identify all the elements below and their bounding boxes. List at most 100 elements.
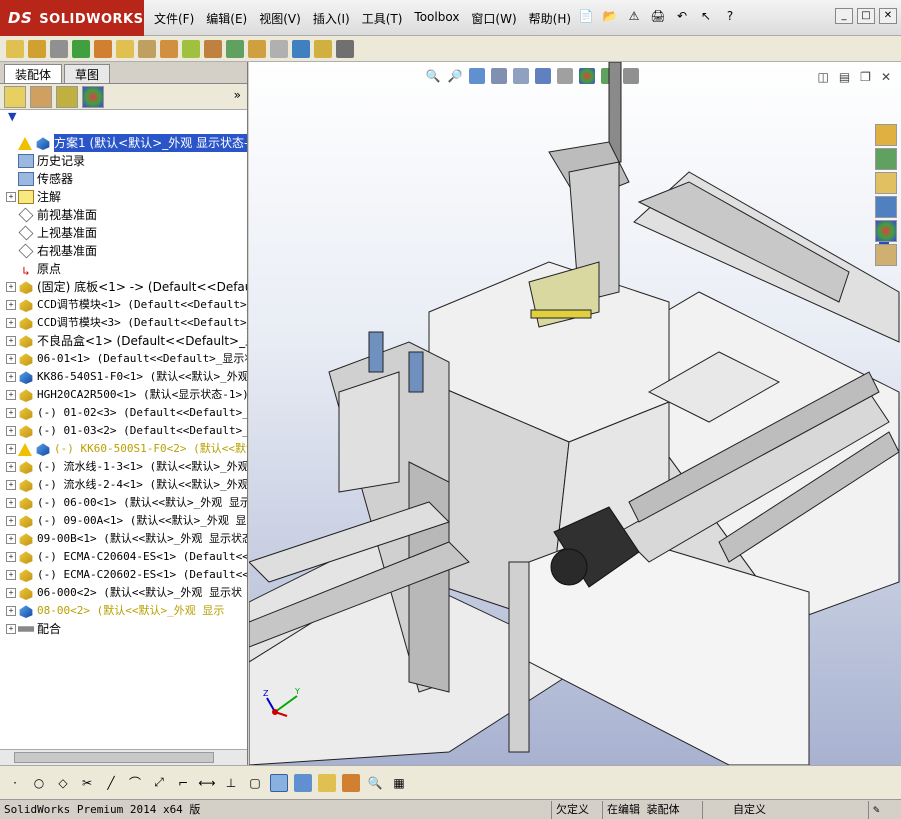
- rebuild-warning-icon[interactable]: ⚠: [624, 6, 644, 26]
- magnify-icon[interactable]: 🔍: [366, 774, 384, 792]
- menu-item-2[interactable]: 视图(V): [253, 8, 307, 29]
- bill-of-materials-icon[interactable]: [226, 39, 244, 58]
- expand-toggle-icon[interactable]: +: [6, 372, 16, 382]
- filter-icon[interactable]: ▼: [0, 110, 247, 126]
- solidworks-logo[interactable]: DS SOLIDWORKS: [0, 0, 144, 36]
- shaded-display-icon[interactable]: [270, 773, 288, 792]
- assembly-features-icon[interactable]: [160, 39, 178, 58]
- expand-toggle-icon[interactable]: +: [6, 390, 16, 400]
- expand-toggle-icon[interactable]: +: [6, 570, 16, 580]
- expand-toggle-icon[interactable]: +: [6, 516, 16, 526]
- explode-line-sketch-icon[interactable]: [270, 39, 288, 58]
- expand-toggle-icon[interactable]: +: [6, 552, 16, 562]
- expand-toggle-icon[interactable]: +: [6, 588, 16, 598]
- tree-item[interactable]: + (-) 流水线-2-4<1> (默认<<默认>_外观: [0, 476, 247, 494]
- tree-item[interactable]: 历史记录: [0, 152, 247, 170]
- menu-item-7[interactable]: 帮助(H): [523, 8, 577, 29]
- menu-item-5[interactable]: Toolbox: [408, 8, 465, 29]
- expand-toggle-icon[interactable]: +: [6, 408, 16, 418]
- expand-toggle-icon[interactable]: +: [6, 300, 16, 310]
- menu-item-1[interactable]: 编辑(E): [200, 8, 253, 29]
- box-icon[interactable]: ▢: [246, 774, 264, 792]
- tree-item[interactable]: + (-) 流水线-1-3<1> (默认<<默认>_外观: [0, 458, 247, 476]
- new-motion-study-icon[interactable]: [204, 39, 222, 58]
- menu-item-4[interactable]: 工具(T): [356, 8, 409, 29]
- line-icon[interactable]: ╱: [102, 774, 120, 792]
- corner-rectangle-icon[interactable]: ⌐: [174, 774, 192, 792]
- undo-icon[interactable]: ↶: [672, 6, 692, 26]
- tree-item[interactable]: + (-) 09-00A<1> (默认<<默认>_外观 显: [0, 512, 247, 530]
- polygon-icon[interactable]: ◇: [54, 774, 72, 792]
- feature-manager-icon[interactable]: [4, 85, 26, 108]
- expand-toggle-icon[interactable]: +: [6, 444, 16, 454]
- smart-fasteners-icon[interactable]: [94, 39, 112, 58]
- point-icon[interactable]: ·: [6, 774, 24, 792]
- tree-item[interactable]: + CCD调节模块<1> (Default<<Default>_: [0, 296, 247, 314]
- linear-pattern-icon[interactable]: [72, 39, 90, 58]
- mate-icon[interactable]: [50, 39, 68, 58]
- tree-item[interactable]: ↳ 原点: [0, 260, 247, 278]
- relation-icon[interactable]: ⊥: [222, 774, 240, 792]
- tree-item[interactable]: + (-) 06-00<1> (默认<<默认>_外观 显示: [0, 494, 247, 512]
- expand-toggle-icon[interactable]: +: [6, 354, 16, 364]
- dimension-icon[interactable]: ⟷: [198, 774, 216, 792]
- tree-item[interactable]: 右视基准面: [0, 242, 247, 260]
- expand-toggle-icon[interactable]: +: [6, 336, 16, 346]
- circle-icon[interactable]: ○: [30, 774, 48, 792]
- expand-toggle-icon[interactable]: +: [6, 192, 16, 202]
- tree-item[interactable]: 上视基准面: [0, 224, 247, 242]
- rebuild-status-icon[interactable]: ✎: [868, 801, 901, 819]
- custom-properties-icon[interactable]: [875, 244, 897, 266]
- clearance-verification-icon[interactable]: [314, 39, 332, 58]
- smart-mate-icon[interactable]: [342, 773, 360, 792]
- tree-item[interactable]: + 注解: [0, 188, 247, 206]
- expand-toggle-icon[interactable]: +: [6, 498, 16, 508]
- tree-item[interactable]: +08-00<2> (默认<<默认>_外观 显示: [0, 602, 247, 620]
- expand-toggle-icon[interactable]: +: [6, 606, 16, 616]
- units-selector[interactable]: 自定义: [702, 801, 792, 819]
- print-icon[interactable]: 🖨: [648, 6, 668, 26]
- tree-item[interactable]: + 不良品盒<1> (Default<<Default>_显示: [0, 332, 247, 350]
- solidworks-resources-icon[interactable]: [875, 124, 897, 146]
- exploded-view-icon[interactable]: [248, 39, 266, 58]
- offset-icon[interactable]: ⤢: [150, 774, 168, 792]
- menu-item-6[interactable]: 窗口(W): [465, 8, 522, 29]
- maximize-button[interactable]: □: [857, 8, 875, 24]
- tree-item[interactable]: + 配合: [0, 620, 247, 638]
- tab-assembly[interactable]: 装配体: [4, 64, 63, 83]
- help-icon[interactable]: ?: [720, 6, 740, 26]
- tree-item[interactable]: + (-) 01-03<2> (Default<<Default>_显: [0, 422, 247, 440]
- trim-icon[interactable]: ✂: [78, 774, 96, 792]
- tree-item[interactable]: + KK86-540S1-F0<1> (默认<<默认>_外观: [0, 368, 247, 386]
- display-manager-icon[interactable]: [82, 85, 104, 108]
- menu-item-3[interactable]: 插入(I): [307, 8, 356, 29]
- tree-item[interactable]: + HGH20CA2R500<1> (默认<显示状态-1>): [0, 386, 247, 404]
- property-manager-icon[interactable]: [30, 85, 52, 108]
- graphics-area[interactable]: 🔍 🔎 ◫ ▤ ❐ ✕ Z Y: [249, 62, 901, 765]
- view-palette-icon[interactable]: [875, 196, 897, 218]
- appearances-scenes-icon[interactable]: [875, 220, 897, 242]
- tree-item[interactable]: + CCD调节模块<3> (Default<<Default>_: [0, 314, 247, 332]
- tree-item[interactable]: +06-01<1> (Default<<Default>_显示状: [0, 350, 247, 368]
- tree-item[interactable]: + (-) ECMA-C20602-ES<1> (Default<<D: [0, 566, 247, 584]
- expand-toggle-icon[interactable]: +: [6, 426, 16, 436]
- horizontal-scrollbar[interactable]: [0, 749, 247, 765]
- shaded-edges-icon[interactable]: [294, 773, 312, 792]
- sketch-fillet-icon[interactable]: ⌒: [126, 774, 144, 792]
- select-cursor-icon[interactable]: ↖: [696, 6, 716, 26]
- assembly-model[interactable]: [249, 62, 901, 765]
- tree-item[interactable]: + (-) KK60-500S1-F0<2> (默认<<默认: [0, 440, 247, 458]
- tree-item[interactable]: + (固定) 底板<1> -> (Default<<Default: [0, 278, 247, 296]
- hole-alignment-icon[interactable]: [336, 39, 354, 58]
- component-properties-icon[interactable]: [318, 773, 336, 792]
- tree-item[interactable]: + (-) 01-02<3> (Default<<Default>_显: [0, 404, 247, 422]
- tree-item[interactable]: 前视基准面: [0, 206, 247, 224]
- table-icon[interactable]: ▦: [390, 774, 408, 792]
- configuration-manager-icon[interactable]: [56, 85, 78, 108]
- interference-detection-icon[interactable]: [292, 39, 310, 58]
- tree-item[interactable]: +09-00B<1> (默认<<默认>_外观 显示状态: [0, 530, 247, 548]
- reference-geometry-icon[interactable]: [182, 39, 200, 58]
- expand-toggle-icon[interactable]: +: [6, 480, 16, 490]
- expand-toggle-icon[interactable]: +: [6, 318, 16, 328]
- expand-toggle-icon[interactable]: +: [6, 624, 16, 634]
